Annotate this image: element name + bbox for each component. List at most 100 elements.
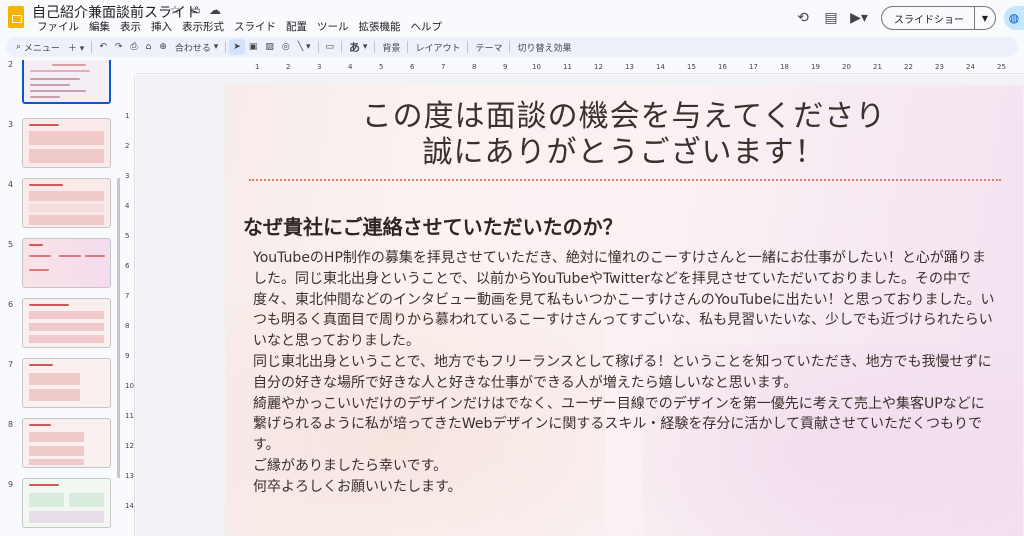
horizontal-ruler[interactable]: 1 2 3 4 5 6 7 8 9 10 11 12 13 14 15 16 1… [136,60,1024,74]
transition-button[interactable]: 切り替え効果 [513,39,575,55]
new-slide-button[interactable]: ＋ ▾ [64,39,88,55]
ruler-label: 24 [966,63,975,71]
menu-help[interactable]: ヘルプ [406,19,448,34]
slide-thumb-row[interactable]: 6 [0,298,120,352]
cloud-status-icon[interactable]: ☁ [208,3,222,17]
slide-thumbnail-5[interactable] [22,238,111,288]
ruler-label: 10 [125,382,134,390]
slide-thumbnail-8[interactable] [22,418,111,468]
slideshow-dropdown-icon[interactable]: ▼ [975,14,995,23]
slide-thumb-row[interactable]: 7 [0,358,120,412]
menu-extensions[interactable]: 拡張機能 [354,19,406,34]
ruler-label: 3 [125,172,130,180]
input-tools-label: あ [349,41,361,54]
redo-icon[interactable]: ↷ [111,39,127,55]
zoom-icon[interactable]: ⊕ [155,39,171,55]
vertical-ruler[interactable]: 1 2 3 4 5 6 7 8 9 10 11 12 13 14 [123,76,135,536]
menu-file[interactable]: ファイル [32,19,84,34]
toolbar-divider [374,41,376,53]
shape-icon[interactable]: ◎ [278,39,294,55]
slide-body-text[interactable]: YouTubeのHP制作の募集を拝見させていただき、絶対に憧れのこーすけさんと一… [253,248,997,498]
toolbar-divider [91,41,93,53]
history-icon[interactable]: ⟲ [789,6,817,30]
slide-thumb-row[interactable]: 2 [0,60,120,108]
slide-thumbnail-7[interactable] [22,358,111,408]
toolbar: ⌕ メニュー ＋ ▾ ↶ ↷ ⎙ ⌂ ⊕ 合わせる ▾ ➤ ▣ ▨ ◎ ╲ ▾ … [6,37,1018,57]
zoom-select[interactable]: 合わせる ▾ [171,39,222,55]
slide-number: 6 [8,300,14,309]
slide-thumbnail-2[interactable] [22,60,111,104]
menu-slide[interactable]: スライド [229,19,281,34]
menu-view[interactable]: 表示 [115,19,146,34]
share-globe-icon[interactable]: ◍ [1004,6,1024,30]
ruler-label: 2 [125,142,130,150]
ruler-label: 13 [125,472,134,480]
slide-thumb-row[interactable]: 3 [0,118,120,172]
print-icon[interactable]: ⎙ [126,39,141,55]
menu-edit[interactable]: 編集 [84,19,115,34]
slide-thumbnail-3[interactable] [22,118,111,168]
slide-thumbnail-4[interactable] [22,178,111,228]
ruler-label: 1 [255,63,260,71]
slide-thumb-row[interactable]: 5 [0,238,120,292]
theme-button[interactable]: テーマ [471,39,506,55]
ruler-label: 6 [410,63,415,71]
slide-thumb-row[interactable]: 4 [0,178,120,232]
toolbar-divider [509,41,511,53]
line-icon[interactable]: ╲ ▾ [294,39,315,55]
search-menus-label: メニュー [23,43,60,54]
comment-icon[interactable]: ▭ [322,39,339,55]
ruler-label: 23 [935,63,944,71]
layout-button[interactable]: レイアウト [411,39,464,55]
ruler-label: 9 [503,63,508,71]
ruler-label: 8 [125,322,130,330]
paint-format-icon[interactable]: ⌂ [142,39,156,55]
slide-number: 4 [8,180,14,189]
body-paragraph: 何卒よろしくお願いいたします。 [253,478,462,495]
slide-thumbnail-6[interactable] [22,298,111,348]
menu-format[interactable]: 表示形式 [177,19,229,34]
background-button[interactable]: 背景 [378,39,404,55]
meet-icon[interactable]: ▶▾ [845,6,873,30]
ruler-label: 4 [125,202,130,210]
current-slide[interactable]: この度は面談の機会を与えてくださり 誠にありがとうございます！ なぜ貴社にご連絡… [225,85,1023,536]
filmstrip-scrollbar[interactable] [117,178,120,478]
slideshow-label[interactable]: スライドショー [882,7,975,29]
ruler-label: 7 [125,292,130,300]
slides-logo-icon[interactable] [8,6,24,28]
menu-insert[interactable]: 挿入 [146,19,177,34]
text-box-icon[interactable]: ▣ [245,39,262,55]
filmstrip: 2 3 4 5 6 7 8 9 [0,60,120,536]
toolbar-divider [341,41,343,53]
undo-icon[interactable]: ↶ [95,39,111,55]
ruler-label: 5 [379,63,384,71]
slide-thumb-row[interactable]: 9 [0,478,120,532]
header-right-tools: ⟲ ▤ ▶▾ スライドショー ▼ ◍ [789,4,1024,32]
comments-icon[interactable]: ▤ [817,6,845,30]
ruler-label: 19 [811,63,820,71]
body-paragraph: 綺麗やかっこいいだけのデザインだけはでなく、ユーザー目線でのデザインを第一優先に… [253,395,985,454]
slide-thumb-row[interactable]: 8 [0,418,120,472]
search-menus[interactable]: ⌕ メニュー [12,39,64,55]
menu-tools[interactable]: ツール [312,19,354,34]
slide-heading[interactable]: なぜ貴社にご連絡させていただいたのか？ [243,211,623,240]
image-icon[interactable]: ▨ [261,39,278,55]
search-icon: ⌕ [16,42,24,52]
input-tools[interactable]: あ ▾ [345,39,371,55]
select-tool-icon[interactable]: ➤ [229,39,245,55]
move-folder-icon[interactable]: ▭ [188,3,202,17]
toolbar-divider [467,41,469,53]
title-bar: 自己紹介兼面談前スライド ☆ ▭ ☁ ファイル 編集 表示 挿入 表示形式 スラ… [0,0,1024,36]
ruler-label: 12 [594,63,603,71]
star-icon[interactable]: ☆ [168,3,182,17]
slide-thumbnail-9[interactable] [22,478,111,528]
ruler-label: 8 [472,63,477,71]
menu-arrange[interactable]: 配置 [281,19,312,34]
ruler-label: 14 [125,502,134,510]
slideshow-button[interactable]: スライドショー ▼ [881,6,996,30]
toolbar-divider [225,41,227,53]
ruler-label: 10 [532,63,541,71]
body-paragraph: YouTubeのHP制作の募集を拝見させていただき、絶対に憧れのこーすけさんと一… [253,250,995,350]
ruler-label: 11 [125,412,134,420]
slide-title[interactable]: この度は面談の機会を与えてくださり 誠にありがとうございます！ [225,99,1023,171]
